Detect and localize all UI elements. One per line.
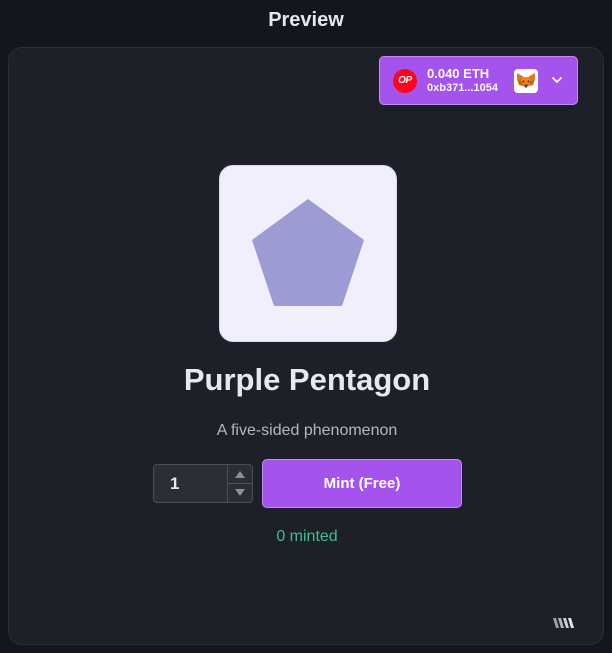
- wallet-address: 0xb371...1054: [427, 81, 498, 94]
- wallet-balance: 0.040 ETH: [427, 65, 490, 81]
- chevron-down-icon[interactable]: [550, 73, 564, 87]
- preview-card: OP 0.040 ETH 0xb371...1054 Purple Pentag…: [8, 47, 604, 645]
- metamask-fox-icon: [514, 69, 538, 93]
- wallet-button[interactable]: OP 0.040 ETH 0xb371...1054: [379, 56, 578, 105]
- wallet-info: 0.040 ETH 0xb371...1054: [427, 66, 498, 96]
- minted-count: 0 minted: [276, 528, 338, 545]
- page-title: Preview: [268, 9, 344, 31]
- quantity-value[interactable]: 1: [170, 474, 179, 494]
- nft-title: Purple Pentagon: [183, 362, 431, 397]
- w-logo-icon[interactable]: [553, 616, 575, 630]
- nft-artwork: [219, 165, 397, 342]
- stepper-controls: [227, 465, 252, 502]
- decrement-button[interactable]: [228, 483, 252, 501]
- caret-up-icon: [235, 470, 245, 478]
- increment-button[interactable]: [228, 465, 252, 484]
- pentagon-icon: [252, 199, 364, 306]
- mint-button[interactable]: Mint (Free): [262, 459, 462, 508]
- nft-description: A five-sided phenomenon: [216, 422, 398, 439]
- optimism-icon: OP: [393, 68, 417, 93]
- caret-down-icon: [235, 488, 245, 496]
- quantity-stepper[interactable]: 1: [153, 464, 253, 503]
